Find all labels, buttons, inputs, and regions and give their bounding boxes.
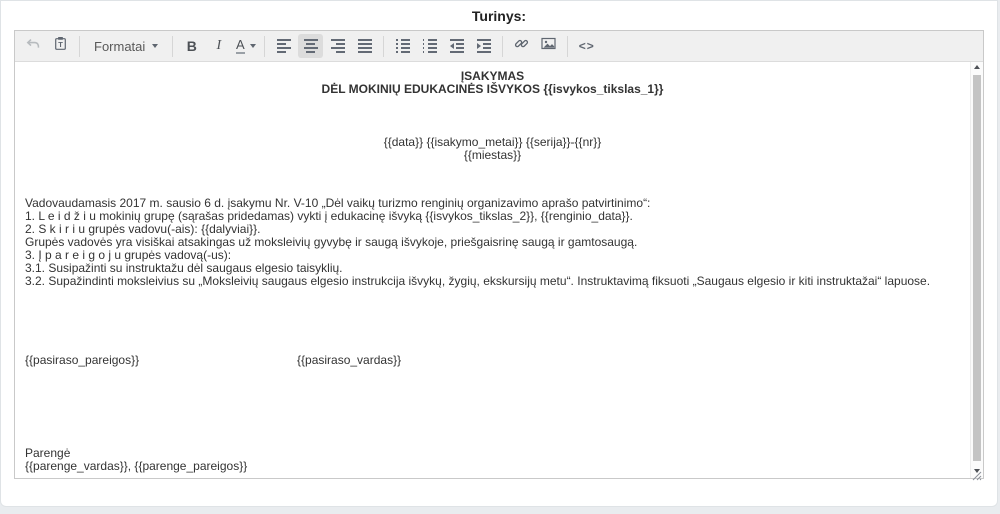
toolbar-separator (383, 36, 384, 57)
align-center-icon (304, 39, 318, 53)
formatai-dropdown[interactable]: Formatai (86, 34, 166, 58)
toolbar-separator (502, 36, 503, 57)
text-color-button[interactable]: A (233, 34, 258, 58)
paste-icon: T (53, 36, 68, 56)
doc-city-line: {{miestas}} (25, 149, 960, 162)
doc-heading-2: DĖL MOKINIŲ EDUKACINĖS IŠVYKOS {{isvykos… (25, 83, 960, 96)
doc-signature-row: {{pasiraso_pareigos}} {{pasiraso_vardas}… (25, 354, 960, 367)
toolbar-separator (264, 36, 265, 57)
undo-icon (26, 36, 41, 56)
doc-prepared-by: {{parenge_vardas}}, {{parenge_pareigos}} (25, 460, 960, 473)
align-center-button[interactable] (298, 34, 323, 58)
bullet-list-button[interactable] (390, 34, 415, 58)
justify-icon (358, 39, 372, 53)
undo-button[interactable] (21, 34, 46, 58)
numbered-list-button[interactable] (417, 34, 442, 58)
doc-signature-position: {{pasiraso_pareigos}} (25, 354, 297, 367)
justify-button[interactable] (352, 34, 377, 58)
align-right-button[interactable] (325, 34, 350, 58)
paste-button[interactable]: T (48, 34, 73, 58)
align-left-button[interactable] (271, 34, 296, 58)
code-button[interactable]: <> (574, 34, 599, 58)
italic-icon: I (216, 38, 221, 54)
align-right-icon (331, 39, 345, 53)
scrollbar-up-button[interactable] (971, 65, 983, 69)
italic-button[interactable]: I (206, 34, 231, 58)
bold-icon: B (187, 38, 197, 54)
svg-text:T: T (58, 40, 63, 49)
richtext-editor: T Formatai B I A (14, 30, 984, 479)
page-title: Turinys: (1, 1, 997, 30)
link-button[interactable] (509, 34, 534, 58)
outdent-button[interactable] (444, 34, 469, 58)
image-icon (541, 36, 556, 56)
indent-button[interactable] (471, 34, 496, 58)
content-panel: Turinys: T (0, 0, 998, 507)
outdent-icon (450, 39, 464, 53)
image-button[interactable] (536, 34, 561, 58)
doc-signature-name: {{pasiraso_vardas}} (297, 354, 401, 367)
chevron-down-icon (250, 44, 256, 48)
doc-body-line: 3.2. Supažindinti moksleivius su „Moksle… (25, 275, 960, 288)
toolbar-separator (172, 36, 173, 57)
scrollbar-thumb[interactable] (973, 75, 981, 461)
indent-icon (477, 39, 491, 53)
chevron-down-icon (152, 44, 158, 48)
bullet-list-icon (396, 39, 410, 53)
code-icon: <> (579, 39, 595, 53)
editor-document[interactable]: ĮSAKYMAS DĖL MOKINIŲ EDUKACINĖS IŠVYKOS … (15, 62, 970, 478)
resize-grip[interactable] (971, 468, 982, 478)
align-left-icon (277, 39, 291, 53)
editor-content-area: ĮSAKYMAS DĖL MOKINIŲ EDUKACINĖS IŠVYKOS … (15, 62, 983, 478)
link-icon (514, 36, 529, 56)
editor-toolbar: T Formatai B I A (15, 31, 983, 62)
numbered-list-icon (423, 39, 437, 53)
toolbar-separator (567, 36, 568, 57)
toolbar-separator (79, 36, 80, 57)
arrow-up-icon (974, 65, 980, 69)
scrollbar[interactable] (970, 62, 983, 478)
bold-button[interactable]: B (179, 34, 204, 58)
formatai-label: Formatai (94, 39, 145, 54)
text-color-icon: A (236, 38, 245, 54)
